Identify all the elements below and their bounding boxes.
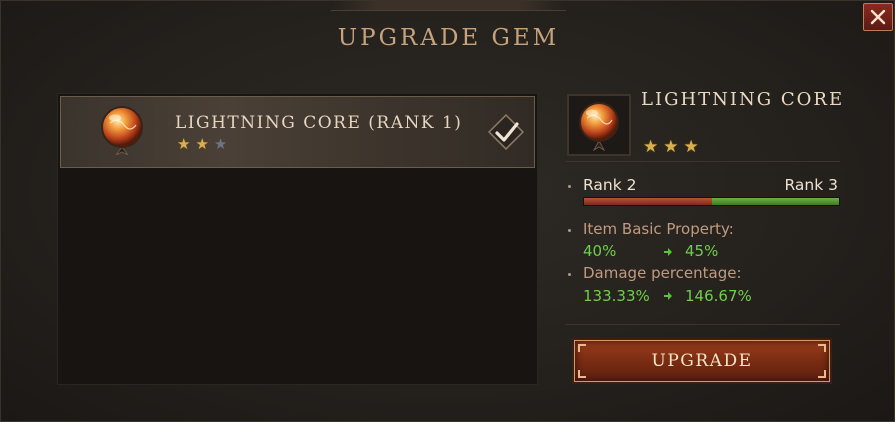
property-label: Damage percentage: [583, 264, 742, 282]
divider [565, 161, 840, 162]
upgrade-gem-dialog: Upgrade Gem Ligh [0, 0, 895, 422]
gem-list-panel: Lightning Core (Rank 1) ★ ★ ★ [57, 93, 538, 385]
property-value-current: 133.33% [583, 287, 650, 305]
button-corner-ornament [818, 370, 826, 378]
dialog-title: Upgrade Gem [337, 25, 560, 51]
gem-list-item-stars: ★ ★ ★ [177, 137, 227, 152]
rank-progress-bar [583, 197, 840, 206]
bullet [568, 273, 571, 276]
rank-progress-next [711, 198, 839, 205]
bullet [568, 229, 571, 232]
star-icon: ★ [177, 135, 191, 153]
rank-to-label: Rank 3 [784, 176, 838, 194]
divider [565, 324, 840, 325]
gem-list-item[interactable]: Lightning Core (Rank 1) ★ ★ ★ [60, 96, 535, 168]
upgrade-button[interactable]: Upgrade [574, 340, 830, 382]
star-icon: ★ [663, 137, 679, 157]
star-icon: ★ [195, 135, 209, 153]
property-label: Item Basic Property: [583, 220, 734, 238]
gem-orb-icon [101, 106, 143, 155]
bullet [568, 185, 571, 188]
star-icon: ★ [683, 137, 699, 157]
detail-gem-name: Lightning Core [641, 89, 845, 110]
property-value-next: 45% [685, 242, 719, 260]
upgrade-button-label: Upgrade [651, 351, 753, 371]
arrow-right-icon [664, 248, 672, 256]
property-value-current: 40% [583, 242, 617, 260]
rank-from-label: Rank 2 [583, 176, 637, 194]
property-value-next: 146.67% [685, 287, 752, 305]
close-button[interactable] [863, 3, 893, 31]
gem-list-item-name: Lightning Core (Rank 1) [175, 113, 463, 133]
top-ornament [331, 1, 566, 11]
gem-orb-icon [579, 102, 619, 151]
rank-progress-current [584, 198, 712, 205]
button-corner-ornament [578, 370, 586, 378]
button-corner-ornament [578, 344, 586, 352]
button-corner-ornament [818, 344, 826, 352]
arrow-right-icon [664, 292, 672, 300]
star-icon: ★ [643, 137, 659, 157]
checkmark-icon [487, 113, 525, 151]
close-icon [870, 9, 886, 25]
star-empty-icon: ★ [213, 135, 228, 153]
detail-gem-stars: ★ ★ ★ [643, 139, 699, 156]
